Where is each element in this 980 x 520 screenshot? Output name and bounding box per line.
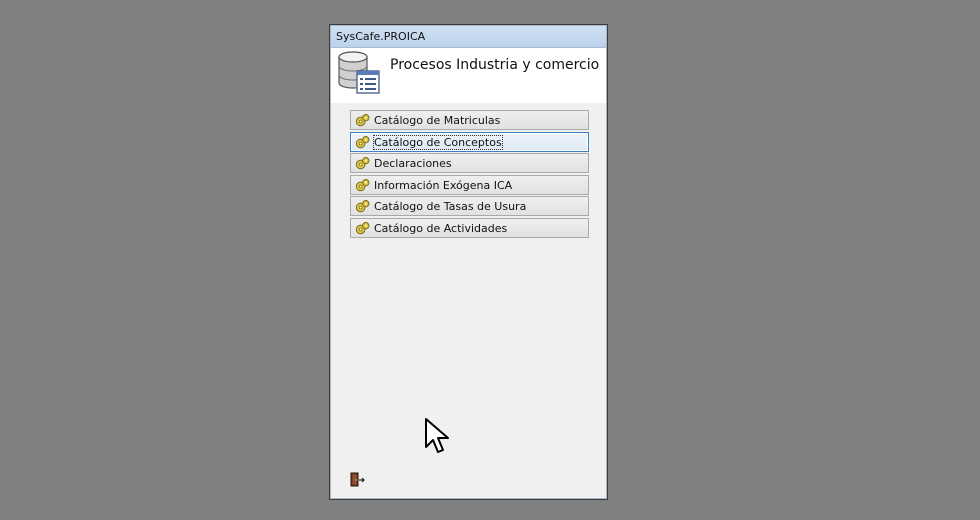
app-window: SysCafe.PROICA Procesos Industria y come… bbox=[329, 24, 608, 500]
menu-button-catalogo-conceptos[interactable]: Catálogo de Conceptos bbox=[350, 131, 589, 152]
mouse-cursor-icon bbox=[425, 418, 449, 453]
desktop: SysCafe.PROICA Procesos Industria y come… bbox=[0, 0, 980, 520]
gear-icon bbox=[355, 221, 370, 235]
gear-icon bbox=[355, 200, 370, 213]
menu-button-informacion-exogena-ica[interactable]: Información Exógena ICA bbox=[350, 174, 589, 195]
window-titlebar[interactable]: SysCafe.PROICA bbox=[331, 26, 606, 48]
menu-list: Catálogo de Matriculas Catálogo de Conce… bbox=[350, 110, 589, 240]
exit-door-icon[interactable] bbox=[348, 471, 366, 489]
menu-button-label: Catálogo de Conceptos bbox=[373, 134, 503, 150]
database-list-icon bbox=[338, 51, 380, 94]
menu-button-label: Declaraciones bbox=[374, 157, 452, 171]
window-title: SysCafe.PROICA bbox=[336, 30, 426, 43]
menu-button-label: Información Exógena ICA bbox=[374, 178, 513, 192]
menu-button-catalogo-actividades[interactable]: Catálogo de Actividades bbox=[350, 217, 589, 238]
menu-button-label: Catálogo de Matriculas bbox=[374, 114, 501, 127]
menu-button-catalogo-matriculas[interactable]: Catálogo de Matriculas bbox=[350, 110, 589, 130]
menu-button-label: Catálogo de Tasas de Usura bbox=[374, 200, 527, 214]
menu-button-label: Catálogo de Actividades bbox=[374, 221, 508, 235]
header-title: Procesos Industria y comercio bbox=[390, 57, 600, 73]
menu-button-declaraciones[interactable]: Declaraciones bbox=[350, 153, 589, 174]
gear-icon bbox=[355, 135, 370, 148]
gear-icon bbox=[355, 114, 370, 127]
menu-button-catalogo-tasas-usura[interactable]: Catálogo de Tasas de Usura bbox=[350, 196, 589, 217]
gear-icon bbox=[355, 178, 370, 191]
gear-icon bbox=[355, 157, 370, 170]
header-band: Procesos Industria y comercio bbox=[331, 48, 606, 103]
